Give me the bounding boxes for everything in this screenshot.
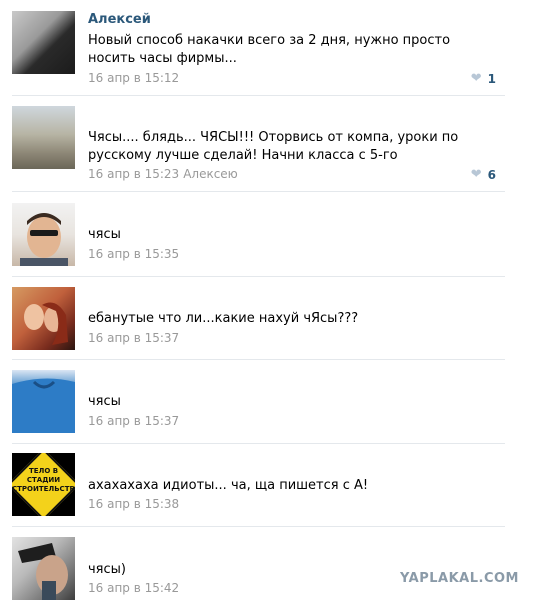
sign-text: ТЕЛО В СТАДИИ СТРОИТЕЛЬСТВА [12, 467, 75, 493]
comment-timestamp[interactable]: 16 апр в 15:37 [88, 331, 179, 345]
comment-time[interactable]: 16 апр в 15:35 [88, 247, 179, 261]
watermark: YAPLAKAL.COM [400, 571, 519, 586]
divider [12, 359, 505, 360]
like-button[interactable]: ❤ 1 [471, 71, 496, 86]
like-count: 1 [487, 71, 496, 86]
like-button[interactable]: ❤ 6 [471, 167, 496, 182]
avatar-face-icon [20, 213, 68, 266]
comment-text: чясы [88, 227, 121, 242]
like-count: 6 [487, 167, 496, 182]
comment-text: Чясы.... блядь... ЧЯСЫ!!! Оторвись от ко… [88, 130, 459, 163]
comment-timestamp[interactable]: 16 апр в 15:42 [88, 581, 179, 595]
divider [12, 95, 505, 96]
comment-timestamp[interactable]: 16 апр в 15:38 [88, 497, 179, 511]
avatar[interactable] [12, 537, 75, 600]
avatar[interactable] [12, 203, 75, 266]
comment-timestamp[interactable]: 16 апр в 15:12 [88, 71, 179, 85]
avatar[interactable] [12, 106, 75, 169]
avatar-phone-icon [18, 543, 68, 600]
comment-time[interactable]: 16 апр в 15:37 [88, 331, 179, 345]
avatar-shirt-icon [12, 378, 75, 433]
comment-text: чясы [88, 394, 121, 409]
heart-icon: ❤ [470, 71, 482, 86]
heart-icon: ❤ [470, 167, 482, 182]
comment-time[interactable]: 16 апр в 15:23 [88, 167, 179, 181]
divider [12, 526, 505, 527]
avatar[interactable]: ТЕЛО В СТАДИИ СТРОИТЕЛЬСТВА [12, 453, 75, 516]
divider [12, 276, 505, 277]
avatar[interactable] [12, 370, 75, 433]
comment-time[interactable]: 16 апр в 15:42 [88, 581, 179, 595]
comment-time[interactable]: 16 апр в 15:37 [88, 414, 179, 428]
comment-text: Новый способ накачки всего за 2 дня, нуж… [88, 33, 451, 66]
comment-text: ахахахаха идиоты... ча, ща пишется с А! [88, 478, 369, 493]
avatar[interactable] [12, 11, 75, 74]
comment-timestamp[interactable]: 16 апр в 15:23 Алексею [88, 167, 238, 181]
comment-timestamp[interactable]: 16 апр в 15:37 [88, 414, 179, 428]
avatar[interactable] [12, 287, 75, 350]
comment-time[interactable]: 16 апр в 15:38 [88, 497, 179, 511]
comment-timestamp[interactable]: 16 апр в 15:35 [88, 247, 179, 261]
reply-to-link[interactable]: Алексею [183, 167, 238, 181]
comment-author[interactable]: Алексей [88, 12, 151, 27]
comment-time[interactable]: 16 апр в 15:12 [88, 71, 179, 85]
avatar-couple-icon [24, 302, 68, 345]
comment-text: ебанутые что ли...какие нахуй чЯсы??? [88, 311, 359, 326]
divider [12, 191, 505, 192]
divider [12, 443, 505, 444]
